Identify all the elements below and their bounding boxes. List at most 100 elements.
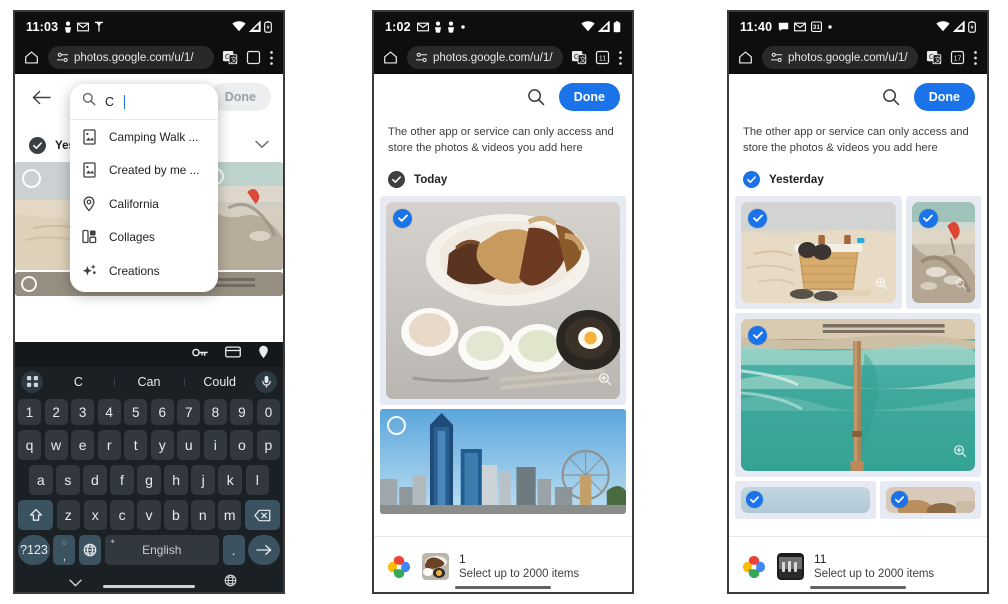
key-2[interactable]: 2 — [44, 399, 68, 425]
select-circle-icon[interactable] — [21, 276, 37, 292]
suggestion-item[interactable]: Created by me ... — [70, 154, 218, 188]
chevron-down-icon[interactable] — [255, 136, 269, 154]
back-arrow-icon[interactable] — [27, 83, 55, 111]
section-checkbox[interactable] — [743, 170, 760, 188]
key-g[interactable]: g — [137, 465, 161, 495]
section-checkbox[interactable] — [29, 136, 46, 154]
key-s[interactable]: s — [56, 465, 80, 495]
photo-aerial-pier[interactable] — [741, 318, 975, 471]
home-icon[interactable] — [738, 50, 753, 65]
photo-beach-basket[interactable] — [741, 201, 896, 303]
key-y[interactable]: y — [150, 430, 174, 460]
password-key-icon[interactable] — [192, 345, 208, 363]
backspace-icon[interactable] — [244, 500, 281, 530]
selected-checkbox[interactable] — [746, 490, 763, 508]
photo-cell[interactable] — [380, 195, 626, 405]
key-8[interactable]: 8 — [203, 399, 227, 425]
chevron-down-icon[interactable] — [69, 574, 82, 592]
select-circle-icon[interactable] — [387, 415, 406, 435]
photo-cell[interactable] — [735, 312, 981, 477]
key-b[interactable]: b — [164, 500, 188, 530]
key-c[interactable]: c — [110, 500, 134, 530]
location-pin-icon[interactable] — [258, 345, 269, 364]
site-settings-icon[interactable] — [770, 52, 783, 63]
selected-checkbox[interactable] — [891, 490, 909, 508]
key-5[interactable]: 5 — [124, 399, 148, 425]
key-0[interactable]: 0 — [256, 399, 280, 425]
photo-partial-right[interactable] — [886, 486, 975, 513]
select-circle-icon[interactable] — [22, 169, 41, 188]
photo-korean-food[interactable] — [386, 201, 620, 399]
search-field[interactable]: C — [70, 84, 218, 120]
overflow-menu-icon[interactable] — [618, 50, 623, 66]
app-grid-icon[interactable] — [21, 370, 43, 393]
globe-icon[interactable] — [224, 574, 237, 592]
photo-cell[interactable] — [380, 408, 626, 514]
suggestion-item[interactable]: Camping Walk ... — [70, 120, 218, 154]
key-e[interactable]: e — [71, 430, 95, 460]
space-key[interactable]: ✦ English — [104, 535, 220, 565]
search-input[interactable]: C — [105, 95, 114, 109]
done-button[interactable]: Done — [558, 83, 620, 111]
photo-city-skyline[interactable] — [380, 408, 626, 514]
key-f[interactable]: f — [110, 465, 134, 495]
photo-cell[interactable] — [735, 195, 902, 309]
selected-checkbox[interactable] — [393, 208, 412, 228]
search-icon[interactable] — [523, 84, 549, 110]
photo-cell[interactable] — [880, 480, 981, 519]
key-t[interactable]: t — [124, 430, 148, 460]
key-n[interactable]: n — [191, 500, 215, 530]
suggestion-item[interactable]: Creations — [70, 254, 218, 288]
selected-checkbox[interactable] — [918, 208, 938, 228]
translate-icon[interactable]: G文 — [222, 50, 238, 65]
key-i[interactable]: i — [203, 430, 227, 460]
key-3[interactable]: 3 — [71, 399, 95, 425]
key-7[interactable]: 7 — [177, 399, 201, 425]
card-icon[interactable] — [225, 345, 241, 363]
period-key[interactable]: . — [222, 535, 245, 565]
translate-icon[interactable]: G文 — [926, 50, 942, 65]
key-o[interactable]: o — [230, 430, 254, 460]
zoom-in-icon[interactable] — [953, 444, 967, 463]
key-z[interactable]: z — [56, 500, 80, 530]
overflow-menu-icon[interactable] — [973, 50, 978, 66]
key-4[interactable]: 4 — [97, 399, 121, 425]
section-checkbox[interactable] — [388, 170, 405, 188]
globe-icon[interactable] — [78, 535, 101, 565]
shift-icon[interactable] — [18, 500, 54, 530]
address-bar[interactable]: photos.google.com/u/1/ — [762, 46, 918, 69]
tabs-icon[interactable] — [246, 50, 261, 65]
key-9[interactable]: 9 — [230, 399, 254, 425]
photo-cell[interactable] — [735, 480, 877, 519]
enter-arrow-icon[interactable] — [248, 535, 281, 565]
selected-checkbox[interactable] — [748, 325, 767, 345]
suggestion-item[interactable]: California — [70, 187, 218, 221]
key-k[interactable]: k — [218, 465, 242, 495]
selected-checkbox[interactable] — [748, 208, 767, 228]
microphone-icon[interactable] — [255, 370, 278, 393]
site-settings-icon[interactable] — [415, 52, 428, 63]
zoom-in-icon[interactable] — [955, 277, 967, 295]
key-r[interactable]: r — [97, 430, 121, 460]
key-h[interactable]: h — [164, 465, 188, 495]
done-button[interactable]: Done — [209, 83, 271, 111]
translate-icon[interactable]: G文 — [571, 50, 587, 65]
key-1[interactable]: 1 — [18, 399, 42, 425]
key-q[interactable]: q — [18, 430, 42, 460]
tabs-icon[interactable]: 17 — [950, 50, 965, 65]
comma-key[interactable]: ☺, — [53, 535, 76, 565]
key-u[interactable]: u — [177, 430, 201, 460]
key-p[interactable]: p — [256, 430, 280, 460]
site-settings-icon[interactable] — [56, 52, 69, 63]
address-bar[interactable]: photos.google.com/u/1/ — [407, 46, 563, 69]
keyboard-suggestion[interactable]: Could — [184, 375, 255, 389]
photo-partial-left[interactable] — [741, 486, 871, 513]
address-bar[interactable]: photos.google.com/u/1/ — [48, 46, 214, 69]
key-l[interactable]: l — [245, 465, 270, 495]
symbols-key[interactable]: ?123 — [18, 535, 50, 565]
photo-beach-rocks[interactable] — [911, 201, 975, 303]
tabs-icon[interactable]: 11 — [595, 50, 610, 65]
key-j[interactable]: j — [191, 465, 215, 495]
suggestion-item[interactable]: Collages — [70, 221, 218, 255]
zoom-in-icon[interactable] — [875, 277, 888, 295]
